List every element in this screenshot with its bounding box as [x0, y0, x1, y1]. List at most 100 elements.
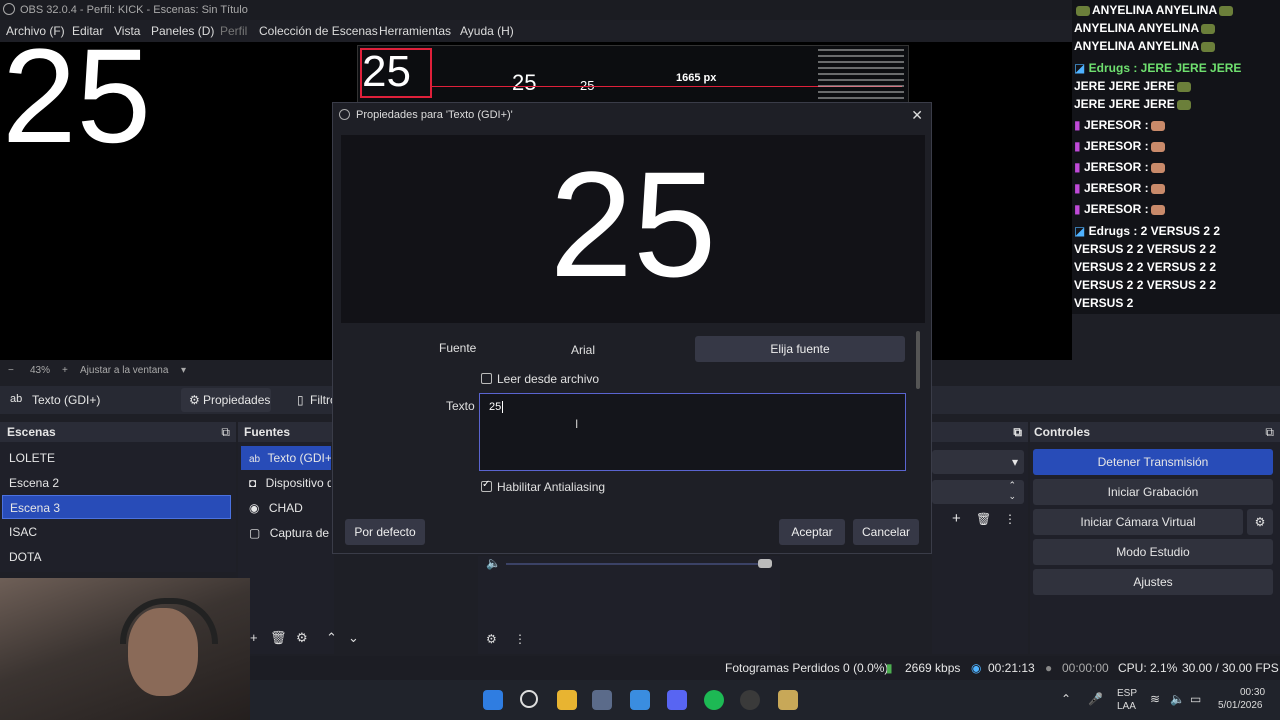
game-icon[interactable]: [778, 690, 798, 710]
scene-item-lolete[interactable]: LOLETE: [2, 446, 231, 470]
start-recording-button[interactable]: Iniciar Grabación: [1033, 479, 1273, 505]
close-icon[interactable]: ✕: [911, 103, 923, 127]
transitions-dock: ⧉ ▾ ⌃ ⌄ + 🗑 ⋮: [932, 422, 1028, 654]
duration-stepper[interactable]: ⌃ ⌄: [932, 480, 1024, 504]
obs-icon[interactable]: [740, 690, 760, 710]
start-virtual-camera-button[interactable]: Iniciar Cámara Virtual: [1033, 509, 1243, 535]
dialog-titlebar: Propiedades para 'Texto (GDI+)' ✕: [333, 103, 931, 127]
font-label: Fuente: [439, 341, 477, 355]
undock-icon[interactable]: ⧉: [1265, 422, 1274, 442]
studio-mode-button[interactable]: Modo Estudio: [1033, 539, 1273, 565]
trash-icon[interactable]: 🗑: [270, 630, 287, 646]
trash-icon[interactable]: 🗑: [976, 512, 991, 526]
nested-text-25-small: 25: [512, 70, 537, 95]
scenes-dock: Escenas ⧉ LOLETE Escena 2 Escena 3 ISAC …: [0, 422, 236, 572]
chat-line: VERSUS 2: [1074, 296, 1133, 310]
scene-item-escena-2[interactable]: Escena 2: [2, 471, 231, 495]
spotify-icon[interactable]: [704, 690, 724, 710]
volume-icon[interactable]: 🔈: [1170, 692, 1185, 706]
chat-text: VERSUS 2 2 VERSUS 2 2: [1074, 260, 1217, 274]
stepper-up-icon[interactable]: ⌃: [1008, 480, 1016, 491]
chat-text: JERESOR :: [1083, 139, 1149, 153]
search-icon[interactable]: [520, 690, 538, 708]
language-code[interactable]: ESP: [1117, 688, 1137, 699]
controls-header: Controles ⧉: [1030, 422, 1280, 442]
accept-button[interactable]: Aceptar: [779, 519, 845, 545]
chat-overlay: ANYELINA ANYELINA ANYELINA ANYELINA ANYE…: [1072, 0, 1280, 314]
move-up-icon[interactable]: ⌃: [326, 630, 337, 646]
transitions-undock-icon[interactable]: ⧉: [932, 422, 1028, 442]
choose-font-button[interactable]: Elija fuente: [695, 336, 905, 362]
zoom-out-button[interactable]: −: [8, 362, 14, 380]
scene-item-dota[interactable]: DOTA: [2, 545, 231, 569]
selection-box: [360, 48, 432, 98]
menu-perfil[interactable]: Perfil: [220, 20, 247, 42]
menu-herramientas[interactable]: Herramientas: [379, 20, 451, 42]
scene-item-isac[interactable]: ISAC: [2, 520, 231, 544]
windows-start-icon[interactable]: [483, 690, 503, 710]
virtual-camera-settings-gear-icon[interactable]: ⚙: [1247, 509, 1273, 535]
add-transition-icon[interactable]: +: [952, 510, 961, 527]
source-item-chad[interactable]: ◉ CHAD: [241, 496, 331, 520]
volume-handle[interactable]: [758, 559, 772, 568]
capcut-icon[interactable]: [630, 690, 650, 710]
clock-time[interactable]: 00:30: [1240, 687, 1265, 698]
stream-status-icon: ◉: [971, 661, 982, 675]
chat-line: ◪ Edrugs : 2 VERSUS 2 2: [1074, 224, 1220, 238]
scene-item-escena-3[interactable]: Escena 3: [2, 495, 231, 519]
mixer-menu-icon[interactable]: ⋮: [514, 632, 526, 646]
defaults-button[interactable]: Por defecto: [345, 519, 425, 545]
source-item-texto[interactable]: ab Texto (GDI+): [241, 446, 331, 470]
source-item-captura[interactable]: ▢ Captura de pa: [241, 521, 331, 545]
move-down-icon[interactable]: ⌄: [348, 630, 359, 646]
gear-icon[interactable]: ⚙: [296, 630, 308, 646]
text-label: Texto: [446, 399, 475, 413]
selected-source-name: Texto (GDI+): [32, 393, 101, 407]
kick-badge-icon: ◪: [1074, 224, 1089, 238]
cancel-button[interactable]: Cancelar: [853, 519, 919, 545]
transition-select[interactable]: ▾: [932, 450, 1024, 474]
chat-text: ANYELINA ANYELINA: [1074, 39, 1200, 53]
stepper-down-icon[interactable]: ⌄: [1008, 491, 1016, 502]
cpu-usage: CPU: 2.1%: [1118, 661, 1178, 675]
properties-scrollbar[interactable]: [916, 331, 920, 389]
read-from-file-label[interactable]: Leer desde archivo: [497, 372, 599, 386]
zoom-dropdown-icon[interactable]: ▾: [181, 362, 186, 380]
chat-line: VERSUS 2 2 VERSUS 2 2: [1074, 242, 1216, 256]
speaker-icon[interactable]: 🔈: [486, 556, 501, 570]
antialiasing-label[interactable]: Habilitar Antialiasing: [497, 480, 605, 494]
properties-button[interactable]: ⚙ Propiedades: [181, 388, 271, 412]
tray-chevron-up-icon[interactable]: ⌃: [1061, 692, 1071, 706]
menu-paneles[interactable]: Paneles (D): [151, 20, 214, 42]
stop-streaming-button[interactable]: Detener Transmisión: [1033, 449, 1273, 475]
microphone-icon[interactable]: 🎤: [1088, 692, 1103, 706]
transition-menu-icon[interactable]: ⋮: [1004, 512, 1016, 526]
volume-slider[interactable]: [506, 563, 768, 565]
fit-window-label[interactable]: Ajustar a la ventana: [80, 362, 168, 380]
chat-line: ANYELINA ANYELINA: [1074, 21, 1217, 35]
file-explorer-icon[interactable]: [557, 690, 577, 710]
undock-icon[interactable]: ⧉: [221, 422, 230, 442]
app-icon[interactable]: [592, 690, 612, 710]
antialiasing-checkbox[interactable]: [481, 479, 492, 492]
read-from-file-checkbox[interactable]: [481, 373, 492, 384]
chat-text: VERSUS 2: [1074, 296, 1134, 310]
stream-time: 00:21:13: [988, 661, 1035, 675]
mixer-gear-icon[interactable]: ⚙: [486, 632, 497, 646]
keyboard-layout[interactable]: LAA: [1117, 701, 1136, 712]
settings-button[interactable]: Ajustes: [1033, 569, 1273, 595]
wifi-icon[interactable]: ≋: [1150, 692, 1160, 706]
chat-line: ANYELINA ANYELINA: [1074, 3, 1235, 17]
zoom-in-button[interactable]: +: [62, 362, 68, 380]
source-item-dispositivo[interactable]: ◘ Dispositivo de: [241, 471, 331, 495]
chat-line: ▮ JERESOR :: [1074, 139, 1167, 153]
menu-ayuda[interactable]: Ayuda (H): [460, 20, 514, 42]
discord-icon[interactable]: [667, 690, 687, 710]
battery-icon[interactable]: ▭: [1190, 692, 1201, 706]
menu-coleccion-escenas[interactable]: Colección de Escenas: [259, 20, 378, 42]
add-source-icon[interactable]: +: [250, 630, 258, 645]
chat-text: JERE JERE JERE: [1074, 97, 1175, 111]
text-cursor-icon: I: [575, 417, 579, 431]
clock-date[interactable]: 5/01/2026: [1218, 700, 1263, 711]
text-input[interactable]: 25: [479, 393, 906, 471]
